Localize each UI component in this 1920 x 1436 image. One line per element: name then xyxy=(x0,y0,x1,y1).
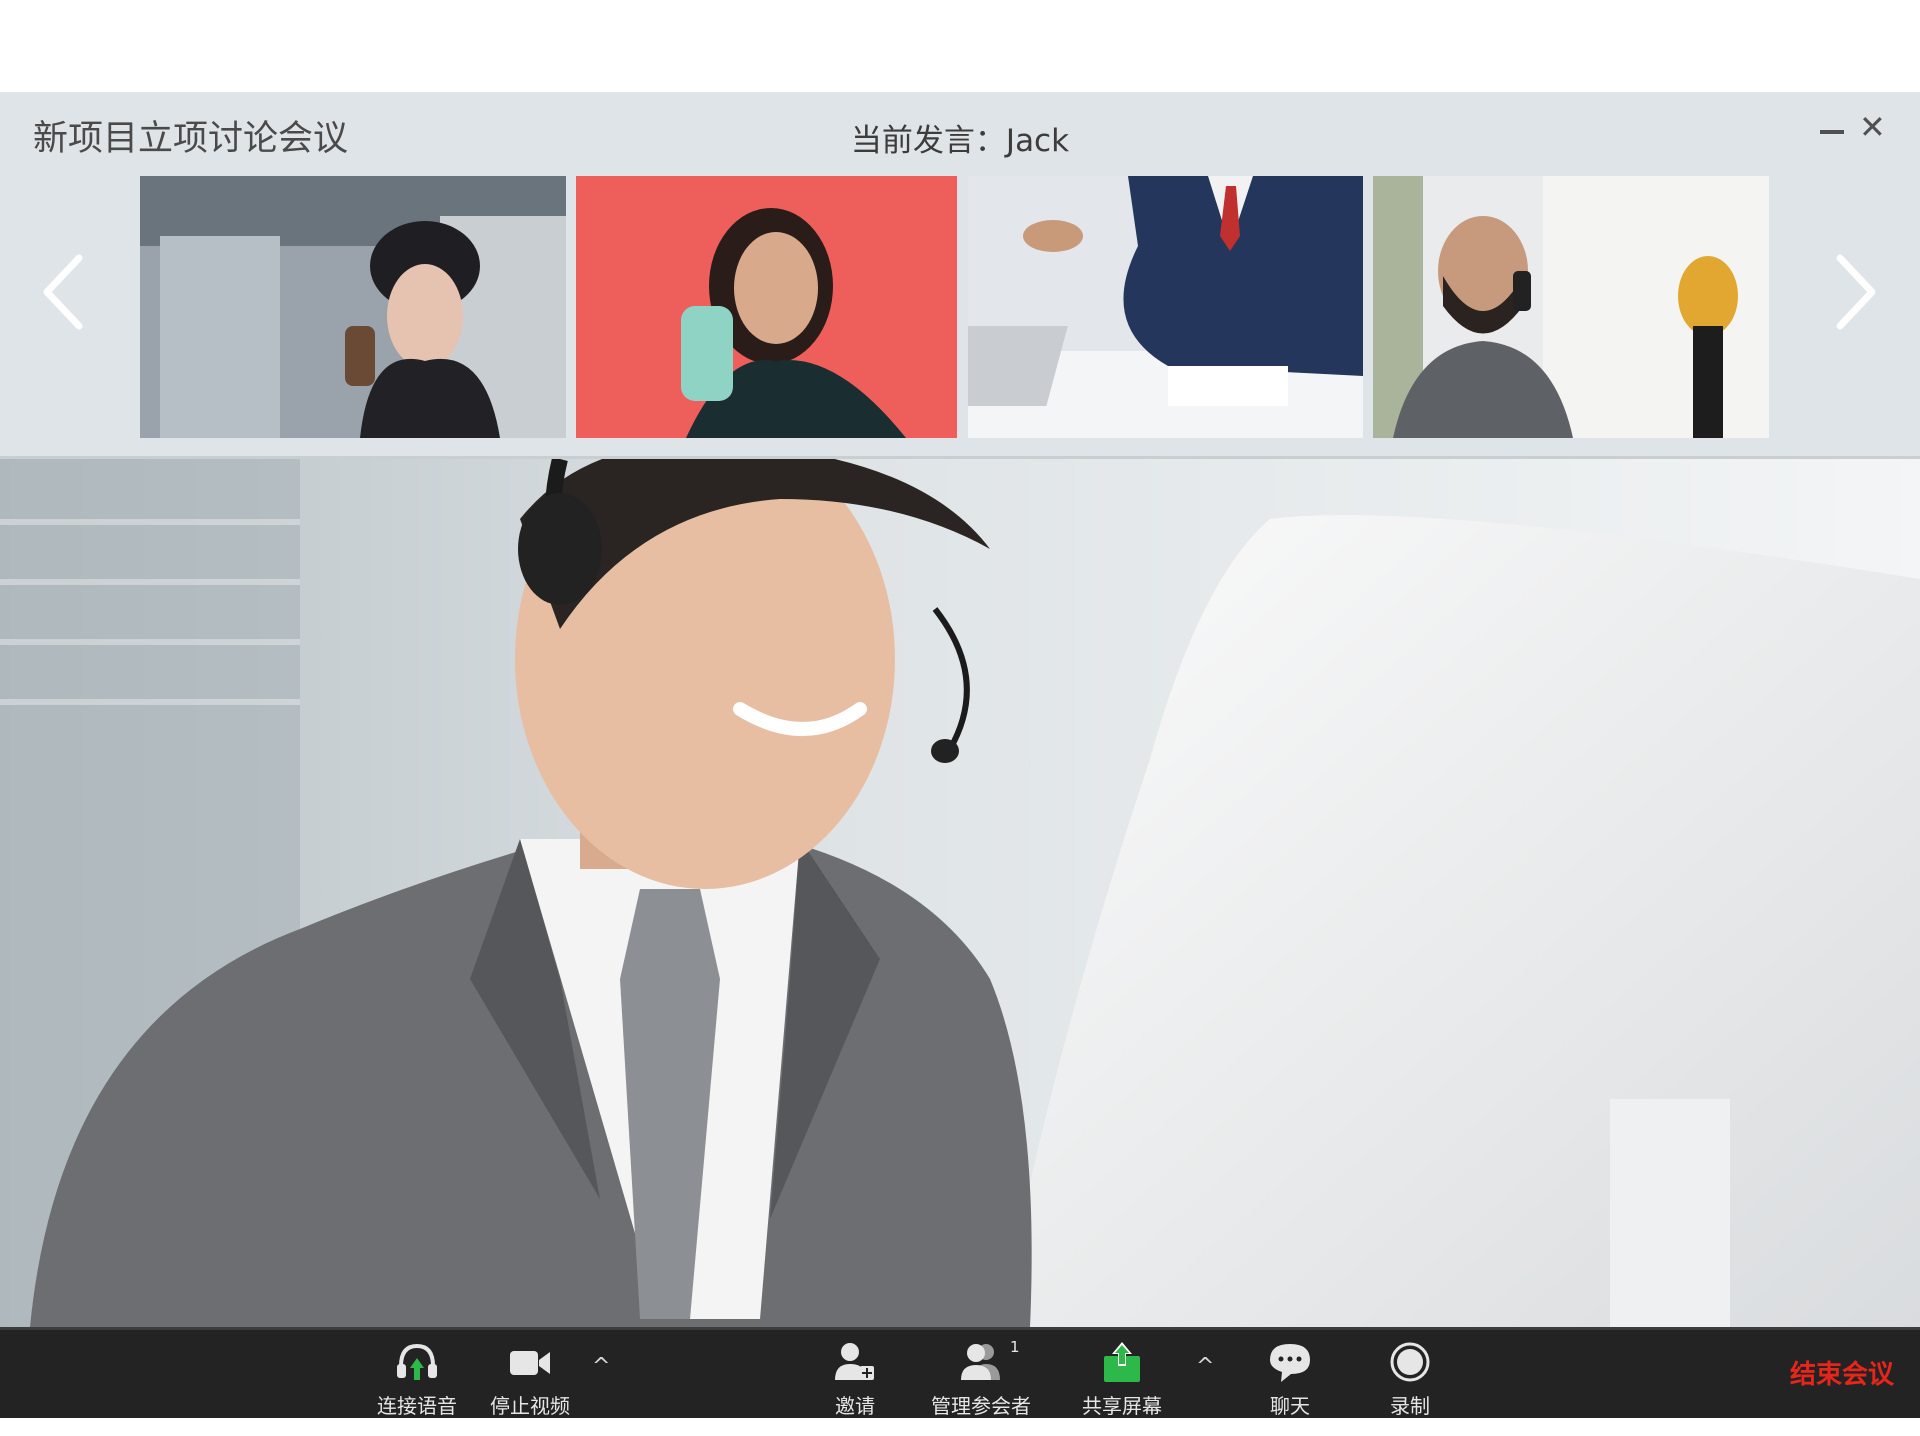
manage-participants-button[interactable]: 1 管理参会者 xyxy=(918,1330,1044,1418)
main-speaker-video xyxy=(0,459,1920,1327)
current-speaker: 当前发言：Jack xyxy=(0,115,1920,160)
record-button[interactable]: 录制 xyxy=(1365,1330,1455,1418)
invite-label: 邀请 xyxy=(835,1394,875,1418)
participant-thumbnail-4[interactable] xyxy=(1373,176,1769,438)
participants-icon xyxy=(961,1344,1000,1380)
end-meeting-button[interactable]: 结束会议 xyxy=(1790,1354,1894,1391)
minimize-icon[interactable] xyxy=(1820,130,1844,134)
participant-thumbnail-3[interactable] xyxy=(968,176,1363,438)
meeting-header: 新项目立项讨论会议 当前发言：Jack ✕ xyxy=(0,92,1920,459)
participant-1-video xyxy=(140,176,566,438)
add-user-icon xyxy=(835,1343,874,1380)
stop-video-label: 停止视频 xyxy=(490,1394,570,1418)
chat-label: 聊天 xyxy=(1270,1394,1310,1418)
participant-4-video xyxy=(1373,176,1769,438)
close-icon[interactable]: ✕ xyxy=(1859,111,1886,143)
participant-3-video xyxy=(968,176,1363,438)
record-label: 录制 xyxy=(1390,1394,1430,1418)
participant-thumbnail-1[interactable] xyxy=(140,176,566,438)
headphone-icon xyxy=(397,1343,437,1380)
participant-thumbnail-2[interactable] xyxy=(576,176,957,438)
participant-count-badge: 1 xyxy=(1010,1338,1020,1356)
meeting-toolbar: 连接语音 停止视频 ^ 邀请 1 管理参会者 共享屏幕 ^ 聊天 录制 结束会议 xyxy=(0,1327,1920,1418)
participant-2-video xyxy=(576,176,957,438)
speaker-label: 当前发言： xyxy=(850,123,1006,159)
connect-audio-button[interactable]: 连接语音 xyxy=(370,1330,464,1418)
share-screen-button[interactable]: 共享屏幕 xyxy=(1075,1330,1169,1418)
connect-audio-label: 连接语音 xyxy=(377,1394,457,1418)
record-icon xyxy=(1390,1342,1430,1382)
manage-participants-label: 管理参会者 xyxy=(931,1394,1031,1418)
invite-button[interactable]: 邀请 xyxy=(810,1330,900,1418)
share-options-caret-icon[interactable]: ^ xyxy=(1196,1354,1214,1379)
chevron-right-icon[interactable] xyxy=(1836,252,1878,332)
speaker-name: Jack xyxy=(1005,123,1070,159)
chat-button[interactable]: 聊天 xyxy=(1245,1330,1335,1418)
video-camera-icon xyxy=(510,1351,550,1375)
share-screen-label: 共享屏幕 xyxy=(1082,1394,1162,1418)
video-options-caret-icon[interactable]: ^ xyxy=(592,1354,610,1379)
stop-video-button[interactable]: 停止视频 xyxy=(483,1330,577,1418)
chevron-left-icon[interactable] xyxy=(41,252,83,332)
share-screen-icon xyxy=(1104,1342,1140,1382)
chat-icon xyxy=(1270,1344,1310,1382)
meeting-window: 新项目立项讨论会议 当前发言：Jack ✕ 连接语音 停止视频 ^ 邀请 1 管… xyxy=(0,92,1920,1418)
